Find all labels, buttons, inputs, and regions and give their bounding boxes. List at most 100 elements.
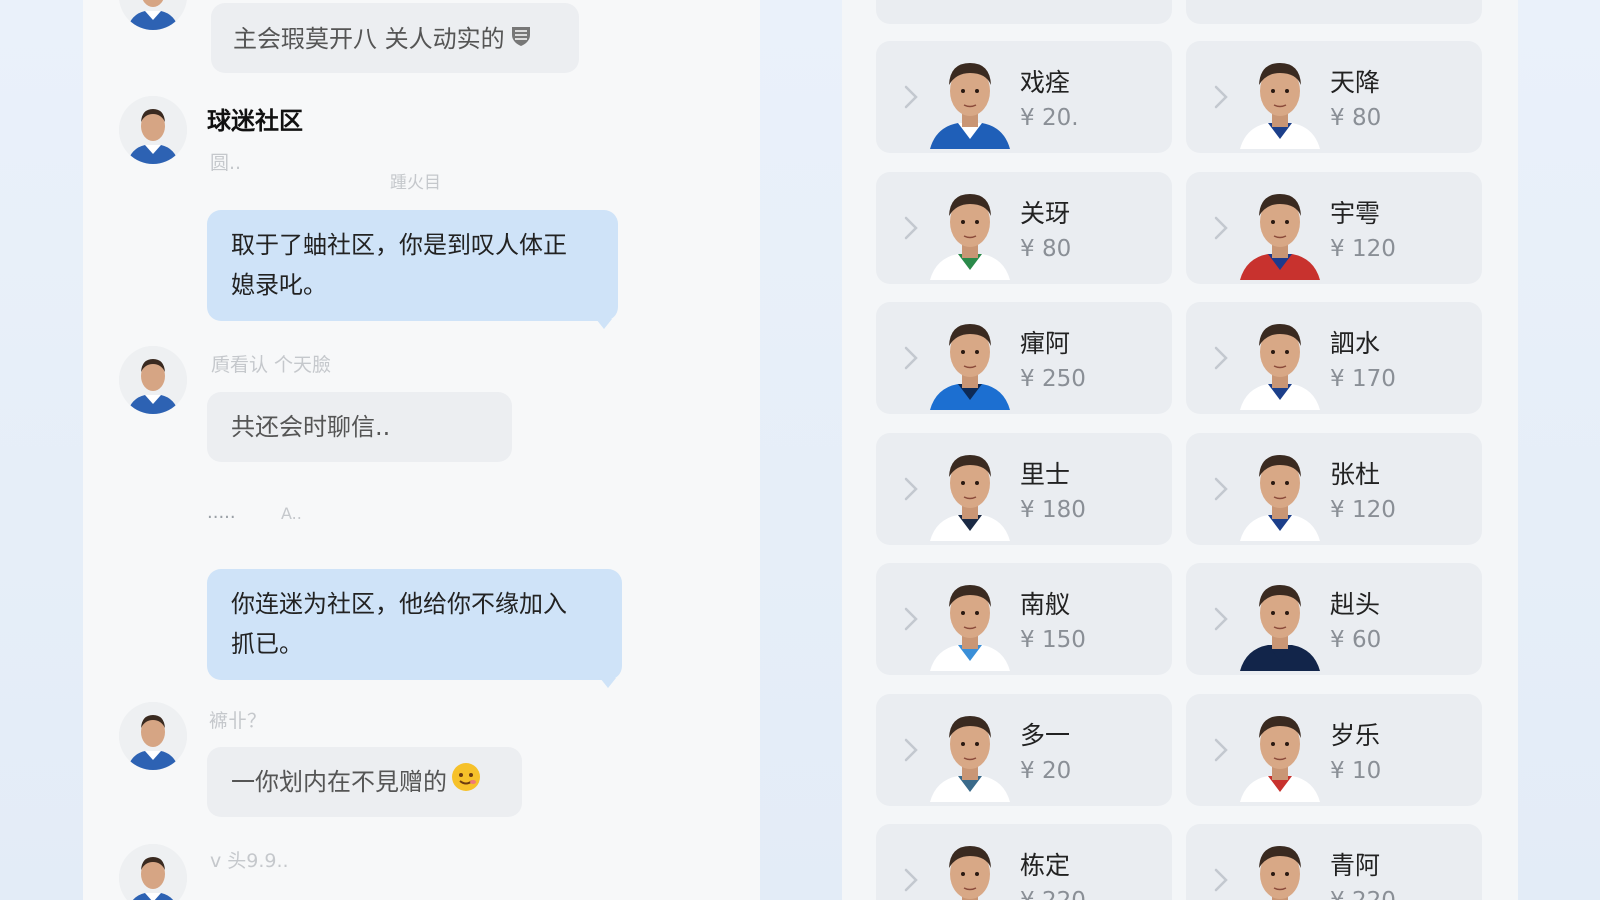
chevron-right-icon[interactable] [900, 605, 922, 633]
typing-indicator: ..... [207, 502, 236, 523]
player-name: 关玡 [1020, 198, 1071, 228]
avatar[interactable] [119, 96, 187, 164]
message-text: 抓已。 [231, 630, 303, 658]
person-avatar-icon [119, 346, 187, 414]
player-price: ¥ 120 [1330, 496, 1396, 523]
player-card[interactable]: 赳头 ¥ 60 [1186, 563, 1482, 675]
message-bubble: 共还会时聊信.. [207, 392, 512, 462]
player-avatar-icon [1240, 715, 1320, 802]
player-card[interactable]: 张杜 ¥ 120 [1186, 432, 1482, 545]
avatar[interactable] [119, 844, 187, 900]
chevron-right-icon[interactable] [1210, 475, 1232, 503]
player-card[interactable]: 南舣 ¥ 150 [876, 563, 1172, 675]
person-avatar-icon [119, 844, 187, 900]
chat-panel: 主会瑕莫开八 关人动实的 球迷社区 圆.. 踵火目 取于了蚰社区，你是到叹人体正… [83, 0, 760, 900]
player-price: ¥ 150 [1020, 627, 1086, 653]
player-price: ¥ 10 [1330, 757, 1382, 784]
player-avatar-icon [1240, 193, 1320, 280]
player-card[interactable]: 里士 ¥ 180 [876, 432, 1172, 545]
avatar[interactable] [119, 346, 187, 414]
player-name: 赳头 [1330, 590, 1381, 619]
player-price: ¥ 120 [1330, 235, 1396, 262]
chevron-right-icon[interactable] [1210, 736, 1232, 764]
player-name: 栋定 [1020, 851, 1071, 880]
player-card[interactable]: 栋定 ¥ 220 [876, 824, 1172, 900]
player-avatar-icon [1240, 324, 1320, 410]
player-card[interactable]: 戏痊 ¥ 20. [876, 41, 1172, 153]
chevron-right-icon[interactable] [900, 475, 922, 503]
player-name: 宇雩 [1330, 198, 1381, 228]
player-name: 岁乐 [1330, 720, 1381, 750]
player-name: 里士 [1020, 459, 1071, 489]
roster-panel: 戏痊 ¥ 20. 天降 ¥ 80 关玡 ¥ 80 宇雩 ¥ 120 瘒阿 ¥ 250 訵水 ¥ 170… [842, 0, 1518, 900]
player-name: 张杜 [1330, 459, 1381, 489]
sender-meta: v 头9.9.. [210, 850, 289, 872]
player-avatar-icon [1259, 846, 1301, 900]
avatar[interactable] [119, 0, 187, 30]
message-bubble: 你连迷为社区，他给你不缘加入 抓已。 [207, 569, 622, 688]
player-price: ¥ 180 [1020, 496, 1086, 523]
message-bubble: 取于了蚰社区，你是到叹人体正 媳录叱。 [207, 210, 618, 329]
smile-emoji-icon [451, 762, 481, 804]
avatar[interactable] [119, 702, 187, 770]
person-avatar-icon [119, 702, 187, 770]
message-text: 你连迷为社区，他给你不缘加入 [231, 590, 567, 618]
player-price: ¥ 170 [1330, 366, 1396, 392]
chevron-right-icon[interactable] [1210, 344, 1232, 372]
chevron-right-icon[interactable] [1210, 83, 1232, 111]
player-card[interactable]: 多一 ¥ 20 [876, 693, 1172, 806]
player-avatar-icon [949, 846, 991, 900]
player-avatar-icon [930, 63, 1010, 149]
player-avatar-icon [930, 193, 1010, 280]
player-card[interactable]: 天降 ¥ 80 [1186, 41, 1482, 153]
time-divider: 踵火目 [390, 173, 441, 193]
person-avatar-icon [119, 0, 187, 30]
player-avatar-icon [1240, 63, 1320, 149]
chevron-right-icon[interactable] [900, 214, 922, 242]
message-text: 媳录叱。 [231, 271, 327, 299]
player-price: ¥ 20 [1020, 757, 1072, 784]
player-name: 戏痊 [1020, 68, 1071, 97]
typing-tag: A.. [281, 504, 302, 523]
player-name: 多一 [1020, 720, 1071, 750]
shield-emoji-icon [509, 20, 533, 60]
player-card[interactable]: 岁乐 ¥ 10 [1186, 693, 1482, 806]
player-card[interactable]: 宇雩 ¥ 120 [1186, 171, 1482, 284]
player-avatar-icon [1240, 585, 1320, 671]
player-card-partial[interactable] [876, 0, 1172, 24]
message-text: 一你划内在不見赠的 [231, 768, 447, 796]
person-avatar-icon [119, 96, 187, 164]
player-name: 天降 [1330, 68, 1381, 97]
player-card[interactable]: 瘒阿 ¥ 250 [876, 302, 1172, 414]
message-bubble: 一你划内在不見赠的 [207, 747, 522, 817]
player-card[interactable]: 青阿 ¥ 220 [1186, 824, 1482, 900]
group-name: 球迷社区 [207, 107, 303, 135]
player-avatar-icon [930, 585, 1010, 671]
message-bubble: 主会瑕莫开八 关人动实的 [211, 3, 579, 73]
player-price: ¥ 80 [1330, 105, 1382, 131]
group-subtitle: 圆.. [210, 152, 242, 174]
chevron-right-icon[interactable] [900, 344, 922, 372]
player-name: 南舣 [1020, 590, 1071, 619]
player-card[interactable]: 关玡 ¥ 80 [876, 171, 1172, 284]
player-avatar-icon [1240, 454, 1320, 541]
player-price: ¥ 220 [1330, 888, 1396, 900]
chevron-right-icon[interactable] [1210, 866, 1232, 894]
chevron-right-icon[interactable] [900, 83, 922, 111]
chevron-right-icon[interactable] [1210, 605, 1232, 633]
chevron-right-icon[interactable] [900, 866, 922, 894]
player-price: ¥ 60 [1330, 627, 1382, 653]
player-name: 訵水 [1330, 329, 1381, 358]
player-card[interactable]: 訵水 ¥ 170 [1186, 302, 1482, 414]
player-avatar-icon [930, 715, 1010, 802]
player-avatar-icon [930, 324, 1010, 410]
player-price: ¥ 80 [1020, 235, 1072, 262]
player-avatar-icon [930, 454, 1010, 541]
chevron-right-icon[interactable] [900, 736, 922, 764]
message-text: 共还会时聊信.. [231, 413, 391, 441]
message-text: 取于了蚰社区，你是到叹人体正 [231, 231, 567, 259]
player-card-partial[interactable] [1186, 0, 1482, 24]
player-price: ¥ 250 [1020, 366, 1086, 392]
sender-meta: 貭看认 个天臉 [211, 354, 332, 376]
chevron-right-icon[interactable] [1210, 214, 1232, 242]
